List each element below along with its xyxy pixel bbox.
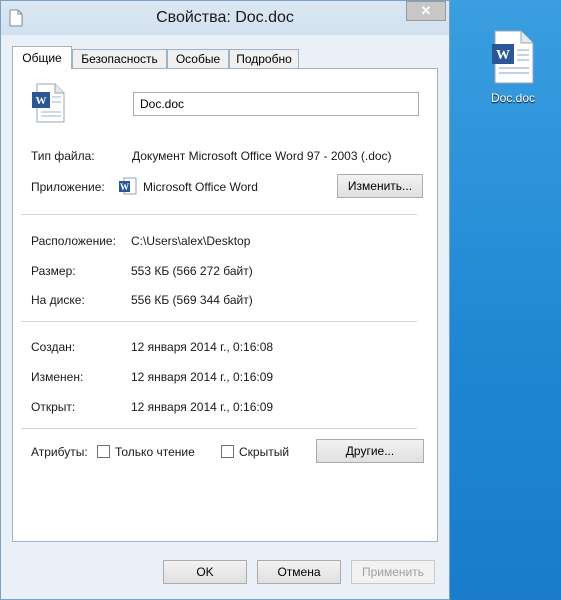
- attributes-label: Атрибуты:: [31, 445, 88, 459]
- created-label: Создан:: [31, 340, 76, 354]
- svg-text:W: W: [36, 95, 47, 107]
- word-file-icon: W: [32, 83, 65, 123]
- word-document-icon: W: [492, 30, 534, 84]
- file-type-label: Тип файла:: [31, 149, 95, 163]
- advanced-button[interactable]: Другие...: [316, 439, 424, 463]
- change-button[interactable]: Изменить...: [337, 174, 423, 198]
- window-title: Свойства: Doc.doc: [156, 9, 294, 26]
- tab-custom[interactable]: Особые: [167, 49, 229, 68]
- ok-button[interactable]: OK: [163, 560, 247, 584]
- desktop-file-icon[interactable]: W Doc.doc: [478, 30, 548, 105]
- size-on-disk-value: 556 КБ (569 344 байт): [131, 293, 253, 307]
- size-label: Размер:: [31, 264, 76, 278]
- application-value: Microsoft Office Word: [143, 180, 258, 194]
- application-label: Приложение:: [31, 180, 105, 194]
- tab-general[interactable]: Общие: [12, 46, 72, 69]
- created-value: 12 января 2014 г., 0:16:08: [131, 340, 274, 354]
- cancel-button[interactable]: Отмена: [257, 560, 341, 584]
- divider: [21, 428, 417, 429]
- hidden-checkbox[interactable]: [221, 445, 234, 458]
- svg-text:W: W: [120, 182, 129, 192]
- accessed-value: 12 января 2014 г., 0:16:09: [131, 400, 274, 414]
- file-name-input[interactable]: [133, 92, 419, 116]
- properties-window: Свойства: Doc.doc ✕ Общие Безопасность О…: [0, 0, 450, 600]
- readonly-label: Только чтение: [115, 445, 195, 459]
- hidden-label: Скрытый: [239, 445, 290, 459]
- title-bar[interactable]: Свойства: Doc.doc ✕: [1, 1, 449, 35]
- accessed-label: Открыт:: [31, 400, 76, 414]
- close-button[interactable]: ✕: [406, 1, 446, 21]
- divider: [21, 214, 417, 215]
- tab-security[interactable]: Безопасность: [72, 49, 167, 68]
- apply-button[interactable]: Применить: [351, 560, 435, 584]
- divider: [21, 321, 417, 322]
- readonly-checkbox[interactable]: [97, 445, 110, 458]
- modified-label: Изменен:: [31, 370, 84, 384]
- svg-text:W: W: [496, 48, 510, 63]
- modified-value: 12 января 2014 г., 0:16:09: [131, 370, 274, 384]
- size-value: 553 КБ (566 272 байт): [131, 264, 253, 278]
- size-on-disk-label: На диске:: [31, 293, 85, 307]
- desktop-icon-label: Doc.doc: [490, 91, 536, 105]
- location-label: Расположение:: [31, 234, 116, 248]
- tab-details[interactable]: Подробно: [229, 49, 299, 68]
- word-app-icon: W: [119, 177, 137, 195]
- file-type-value: Документ Microsoft Office Word 97 - 2003…: [132, 149, 392, 163]
- location-value: C:\Users\alex\Desktop: [131, 234, 251, 248]
